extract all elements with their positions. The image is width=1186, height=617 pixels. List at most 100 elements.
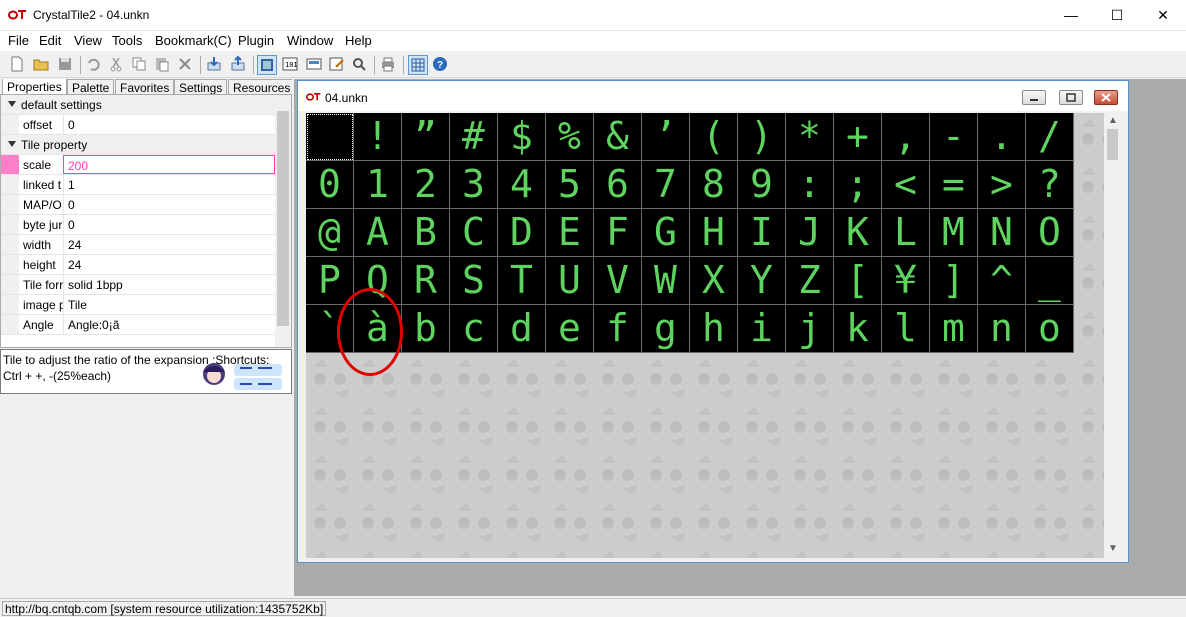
tab-settings[interactable]: Settings	[174, 79, 228, 95]
prop-value[interactable]: 24	[63, 255, 275, 274]
glyph-cell[interactable]: k	[834, 305, 882, 353]
glyph-cell[interactable]: Y	[738, 257, 786, 305]
glyph-cell[interactable]: ¥	[882, 257, 930, 305]
glyph-cell[interactable]: P	[306, 257, 354, 305]
glyph-cell[interactable]: O	[1026, 209, 1074, 257]
grid-icon[interactable]	[408, 55, 428, 75]
copy-icon[interactable]	[130, 55, 150, 75]
menu-plugin[interactable]: Plugin	[238, 33, 274, 48]
prop-row-tile-format[interactable]: Tile forr solid 1bpp	[1, 275, 275, 295]
glyph-cell[interactable]: W	[642, 257, 690, 305]
scale-input[interactable]: 200	[63, 155, 275, 174]
glyph-cell[interactable]: &	[594, 113, 642, 161]
maximize-button[interactable]: ☐	[1094, 0, 1140, 31]
new-file-icon[interactable]	[8, 55, 28, 75]
glyph-cell[interactable]: ^	[978, 257, 1026, 305]
glyph-cell[interactable]: M	[930, 209, 978, 257]
prop-row-offset[interactable]: offset 0	[1, 115, 275, 135]
glyph-cell[interactable]: c	[450, 305, 498, 353]
glyph-cell[interactable]: d	[498, 305, 546, 353]
prop-row-width[interactable]: width 24	[1, 235, 275, 255]
print-icon[interactable]	[379, 55, 399, 75]
glyph-cell[interactable]: 3	[450, 161, 498, 209]
glyph-cell[interactable]: ]	[930, 257, 978, 305]
menu-file[interactable]: File	[8, 33, 29, 48]
prop-value[interactable]: solid 1bpp	[63, 275, 275, 294]
prop-value[interactable]: Angle:0¡ã	[63, 315, 275, 334]
undo-icon[interactable]	[84, 55, 104, 75]
glyph-cell[interactable]: o	[1026, 305, 1074, 353]
glyph-cell[interactable]: B	[402, 209, 450, 257]
import-icon[interactable]	[205, 55, 225, 75]
glyph-cell[interactable]: A	[354, 209, 402, 257]
glyph-cell[interactable]: F	[594, 209, 642, 257]
glyph-cell[interactable]: =	[930, 161, 978, 209]
prop-row-image-pattern[interactable]: image p Tile	[1, 295, 275, 315]
glyph-cell[interactable]: 1	[354, 161, 402, 209]
glyph-cell[interactable]: *	[786, 113, 834, 161]
menu-tools[interactable]: Tools	[112, 33, 142, 48]
glyph-cell[interactable]: C	[450, 209, 498, 257]
glyph-cell[interactable]: e	[546, 305, 594, 353]
prop-value[interactable]: 24	[63, 235, 275, 254]
glyph-cell[interactable]: U	[546, 257, 594, 305]
glyph-cell[interactable]: 6	[594, 161, 642, 209]
glyph-cell[interactable]: i	[738, 305, 786, 353]
menu-edit[interactable]: Edit	[39, 33, 61, 48]
glyph-cell[interactable]: h	[690, 305, 738, 353]
glyph-cell[interactable]	[306, 113, 354, 161]
scrollbar-thumb[interactable]	[277, 111, 289, 326]
child-restore-button[interactable]	[1059, 90, 1083, 105]
scrollbar-thumb[interactable]	[1107, 129, 1118, 160]
tab-palette[interactable]: Palette	[67, 79, 115, 95]
glyph-cell[interactable]: (	[690, 113, 738, 161]
glyph-cell[interactable]: T	[498, 257, 546, 305]
tab-favorites[interactable]: Favorites	[115, 79, 175, 95]
glyph-cell[interactable]: S	[450, 257, 498, 305]
glyph-cell[interactable]: I	[738, 209, 786, 257]
close-button[interactable]: ✕	[1140, 0, 1186, 31]
minimize-button[interactable]: —	[1048, 0, 1094, 31]
glyph-grid[interactable]: !” # $% &’() * +, -./ 0 1 2 3 4 5 6 7 8 9:; < = >? @ A B C D E F G H…	[306, 113, 1074, 353]
glyph-cell[interactable]: ,	[882, 113, 930, 161]
glyph-cell[interactable]: l	[882, 305, 930, 353]
cut-icon[interactable]	[107, 55, 127, 75]
glyph-cell[interactable]: R	[402, 257, 450, 305]
section-default-settings[interactable]: default settings	[1, 95, 275, 115]
glyph-cell[interactable]: V	[594, 257, 642, 305]
search-icon[interactable]	[350, 55, 370, 75]
help-icon[interactable]: ?	[431, 55, 451, 75]
glyph-cell[interactable]: 2	[402, 161, 450, 209]
child-minimize-button[interactable]	[1022, 90, 1046, 105]
glyph-cell[interactable]: 8	[690, 161, 738, 209]
glyph-cell[interactable]: @	[306, 209, 354, 257]
glyph-cell[interactable]: j	[786, 305, 834, 353]
glyph-cell[interactable]: ?	[1026, 161, 1074, 209]
glyph-cell[interactable]: +	[834, 113, 882, 161]
paste-icon[interactable]	[153, 55, 173, 75]
glyph-cell[interactable]: 7	[642, 161, 690, 209]
glyph-cell[interactable]: f	[594, 305, 642, 353]
glyph-cell[interactable]: 4	[498, 161, 546, 209]
canvas-scrollbar[interactable]: ▲ ▼	[1104, 113, 1121, 558]
glyph-cell[interactable]: >	[978, 161, 1026, 209]
save-icon[interactable]	[56, 55, 76, 75]
glyph-cell[interactable]: )	[738, 113, 786, 161]
prop-row-linked-tile[interactable]: linked t 1	[1, 175, 275, 195]
glyph-cell[interactable]: n	[978, 305, 1026, 353]
glyph-cell[interactable]: L	[882, 209, 930, 257]
glyph-cell[interactable]: _	[1026, 257, 1074, 305]
glyph-cell[interactable]: D	[498, 209, 546, 257]
prop-value[interactable]: 1	[63, 175, 275, 194]
glyph-cell[interactable]: %	[546, 113, 594, 161]
glyph-cell[interactable]: G	[642, 209, 690, 257]
glyph-cell[interactable]: ”	[402, 113, 450, 161]
glyph-cell[interactable]: 5	[546, 161, 594, 209]
map-icon[interactable]	[305, 55, 325, 75]
prop-value[interactable]: 0	[63, 195, 275, 214]
prop-row-angle[interactable]: Angle Angle:0¡ã	[1, 315, 275, 335]
glyph-cell[interactable]: H	[690, 209, 738, 257]
scroll-down-icon[interactable]: ▼	[1108, 543, 1118, 554]
glyph-cell[interactable]: <	[882, 161, 930, 209]
prop-row-map-offset[interactable]: MAP/O 0	[1, 195, 275, 215]
